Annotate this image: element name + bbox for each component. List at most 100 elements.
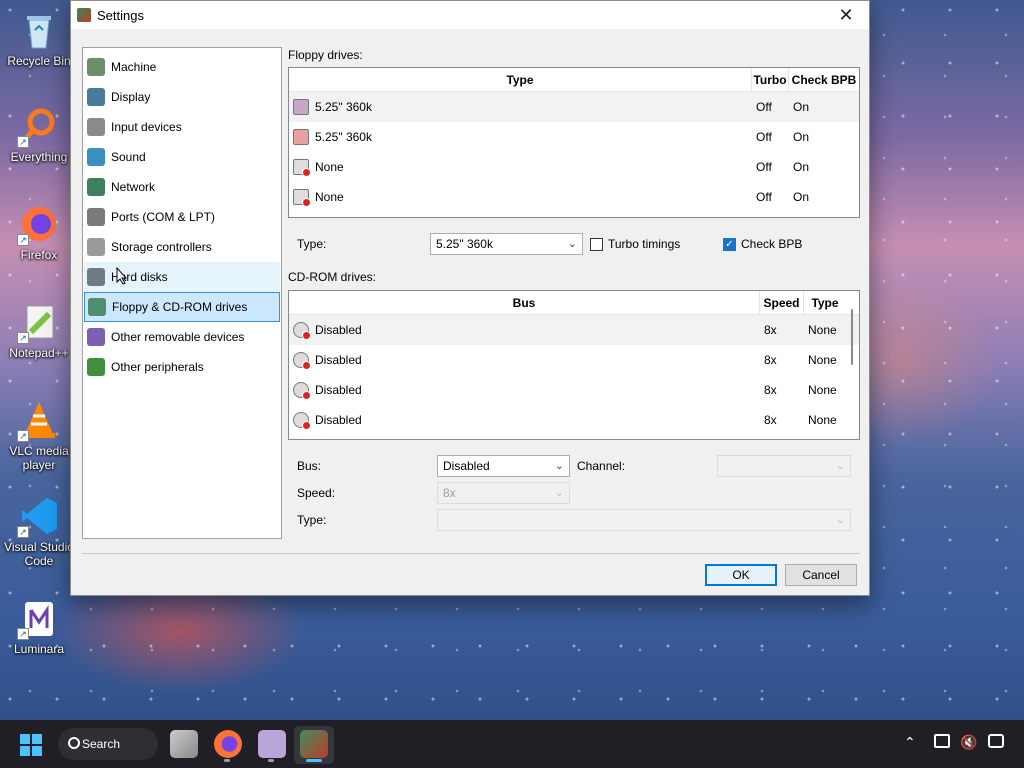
column-header-check-bpb[interactable]: Check BPB (789, 68, 859, 91)
cdrom-speed-cell: 8x (764, 353, 777, 367)
file-explorer-icon[interactable] (170, 730, 198, 758)
column-header-type[interactable]: Type (804, 291, 846, 314)
peripherals-icon (87, 358, 105, 376)
channel-dropdown[interactable]: ⌄ (717, 455, 851, 477)
cancel-button[interactable]: Cancel (785, 564, 857, 586)
table-row[interactable]: Disabled 8x None (289, 315, 859, 345)
nav-item-label: Floppy & CD-ROM drives (112, 300, 248, 314)
close-button[interactable]: ✕ (823, 1, 869, 29)
notification-icon[interactable] (988, 734, 1004, 748)
firefox-icon[interactable] (214, 730, 242, 758)
floppy-drive-disabled-icon (293, 189, 311, 207)
shortcut-arrow-icon: ↗ (17, 526, 29, 538)
86box-icon[interactable] (300, 730, 328, 758)
settings-category-list: Machine Display Input devices Sound Netw… (82, 47, 282, 539)
desktop-icon-everything[interactable]: ↗ Everything (4, 106, 74, 164)
floppy-turbo-cell: Off (756, 190, 772, 204)
desktop-icon-firefox[interactable]: ↗ Firefox (4, 204, 74, 262)
floppy-check-bpb-cell: On (793, 130, 810, 144)
display-icon (87, 88, 105, 106)
floppy-turbo-cell: Off (756, 130, 772, 144)
column-header-type[interactable]: Type (289, 68, 752, 91)
recycle-bin-icon (19, 10, 59, 50)
cdrom-table-scrollbar[interactable] (851, 309, 853, 365)
nav-item-storage-controllers[interactable]: Storage controllers (84, 232, 280, 262)
nav-item-other-removable[interactable]: Other removable devices (84, 322, 280, 352)
nav-item-label: Network (111, 180, 156, 194)
turbo-timings-checkbox[interactable]: Turbo timings (590, 237, 680, 251)
table-row[interactable]: Disabled 8x None (289, 405, 859, 435)
cdrom-type-dropdown[interactable]: ⌄ (437, 509, 851, 531)
volume-muted-icon[interactable]: 🔇 (960, 734, 977, 751)
floppy-type-cell: 5.25" 360k (315, 100, 372, 114)
nav-item-label: Other peripherals (111, 360, 204, 374)
nav-item-input-devices[interactable]: Input devices (84, 112, 280, 142)
check-bpb-checkbox[interactable]: ✓ Check BPB (723, 237, 802, 251)
speed-dropdown[interactable]: 8x ⌄ (437, 482, 570, 504)
bus-dropdown[interactable]: Disabled ⌄ (437, 455, 570, 477)
ports-icon (87, 208, 105, 226)
desktop-icon-notepad[interactable]: ↗ Notepad++ (4, 302, 74, 360)
floppy-type-cell: 5.25" 360k (315, 130, 372, 144)
cdrom-speed-cell: 8x (764, 383, 777, 397)
dialog-title: Settings (97, 7, 144, 23)
chevron-down-icon: ⌄ (835, 514, 845, 526)
windows-logo-icon (20, 734, 30, 744)
floppy-app-icon[interactable] (258, 730, 286, 758)
nav-item-ports[interactable]: Ports (COM & LPT) (84, 202, 280, 232)
nav-item-display[interactable]: Display (84, 82, 280, 112)
checkbox-checked-icon: ✓ (723, 237, 736, 251)
table-row[interactable]: None Off On (289, 152, 859, 182)
column-header-turbo[interactable]: Turbo (752, 68, 789, 91)
chevron-down-icon: ⌄ (835, 460, 845, 472)
column-header-speed[interactable]: Speed (760, 291, 804, 314)
shortcut-arrow-icon: ↗ (17, 628, 29, 640)
cdrom-speed-cell: 8x (764, 323, 777, 337)
speed-label: Speed: (297, 486, 336, 500)
chevron-down-icon: ⌄ (554, 487, 564, 499)
nav-item-floppy-cdrom[interactable]: Floppy & CD-ROM drives (84, 292, 280, 322)
floppy-cdrom-icon (88, 298, 106, 316)
chevron-up-icon[interactable]: ⌃ (904, 734, 916, 751)
floppy-check-bpb-cell: On (793, 160, 810, 174)
desktop-icon-recycle-bin[interactable]: Recycle Bin (4, 10, 74, 68)
desktop-icon-vscode[interactable]: ↗ Visual Studio Code (4, 496, 74, 568)
desktop-icon-label: Luminara (13, 642, 65, 656)
ok-button[interactable]: OK (705, 564, 777, 586)
turbo-timings-label: Turbo timings (608, 237, 681, 251)
taskbar-search-box[interactable]: Search (58, 728, 158, 760)
nav-item-label: Machine (111, 60, 157, 74)
desktop-icon-luminara[interactable]: ↗ Luminara (4, 598, 74, 656)
nav-item-sound[interactable]: Sound (84, 142, 280, 172)
title-bar[interactable]: Settings ✕ (71, 1, 869, 29)
floppy-type-cell: None (315, 190, 344, 204)
running-indicator (224, 759, 230, 762)
windows-logo-icon (32, 734, 42, 744)
column-header-bus[interactable]: Bus (289, 291, 760, 314)
cdrom-drives-table: Bus Speed Type Disabled 8x None Disabled… (288, 290, 860, 440)
nav-item-network[interactable]: Network (84, 172, 280, 202)
shortcut-arrow-icon: ↗ (17, 430, 29, 442)
network-status-icon[interactable] (934, 734, 950, 748)
bus-value: Disabled (443, 459, 490, 473)
floppy-drive-icon (293, 129, 309, 145)
cdrom-bus-cell: Disabled (315, 383, 362, 397)
cdrom-bus-cell: Disabled (315, 353, 362, 367)
table-row[interactable]: 5.25" 360k Off On (289, 92, 859, 122)
floppy-type-label: Type: (297, 237, 327, 251)
search-icon (68, 737, 80, 749)
nav-item-hard-disks[interactable]: Hard disks (84, 262, 280, 292)
floppy-type-value: 5.25" 360k (436, 237, 493, 251)
start-button[interactable] (20, 734, 42, 756)
table-row[interactable]: Disabled 8x None (289, 375, 859, 405)
table-row[interactable]: 5.25" 360k Off On (289, 122, 859, 152)
shortcut-arrow-icon: ↗ (17, 136, 29, 148)
nav-item-machine[interactable]: Machine (84, 52, 280, 82)
table-row[interactable]: None Off On (289, 182, 859, 212)
desktop-icon-vlc[interactable]: ↗ VLC media player (4, 400, 74, 472)
floppy-type-dropdown[interactable]: 5.25" 360k ⌄ (430, 233, 583, 255)
active-indicator (306, 759, 322, 762)
nav-item-other-peripherals[interactable]: Other peripherals (84, 352, 280, 382)
table-row[interactable]: Disabled 8x None (289, 345, 859, 375)
hard-disks-icon (87, 268, 105, 286)
